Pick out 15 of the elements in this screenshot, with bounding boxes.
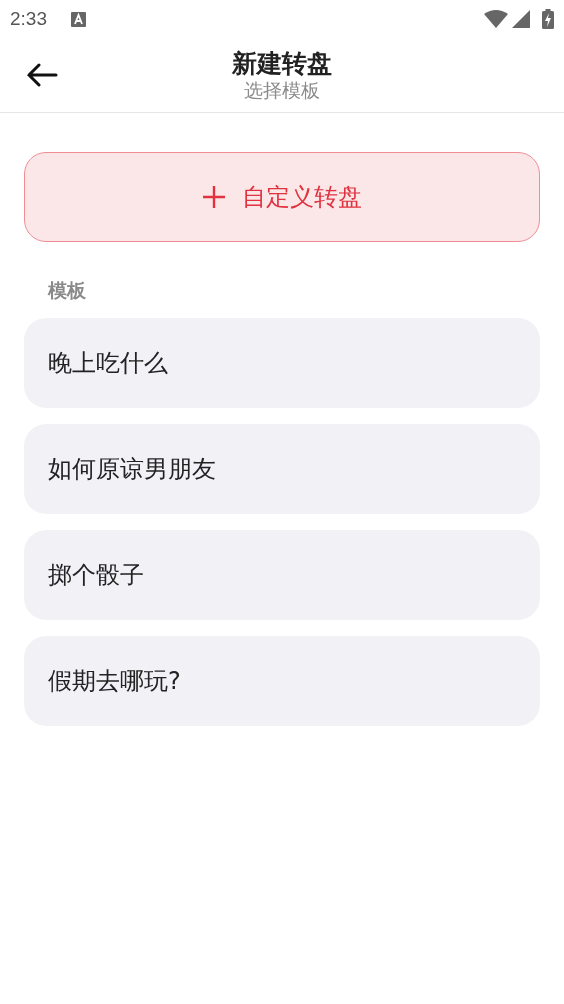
battery-icon xyxy=(542,9,554,29)
back-arrow-icon xyxy=(26,62,58,87)
page-subtitle: 选择模板 xyxy=(244,78,320,102)
section-label: 模板 xyxy=(48,278,87,303)
signal-icon xyxy=(512,10,530,28)
status-time: 2:33 xyxy=(10,6,47,31)
page-title: 新建转盘 xyxy=(232,48,332,79)
wifi-icon xyxy=(484,10,508,28)
template-item[interactable]: 晚上吃什么 xyxy=(24,317,540,408)
template-item[interactable]: 掷个骰子 xyxy=(24,529,540,620)
notification-icon xyxy=(71,11,86,27)
template-item[interactable]: 假期去哪玩? xyxy=(24,635,540,726)
plus-icon xyxy=(202,185,226,209)
template-item[interactable]: 如何原谅男朋友 xyxy=(24,423,540,514)
custom-wheel-button[interactable]: 自定义转盘 xyxy=(24,152,540,242)
